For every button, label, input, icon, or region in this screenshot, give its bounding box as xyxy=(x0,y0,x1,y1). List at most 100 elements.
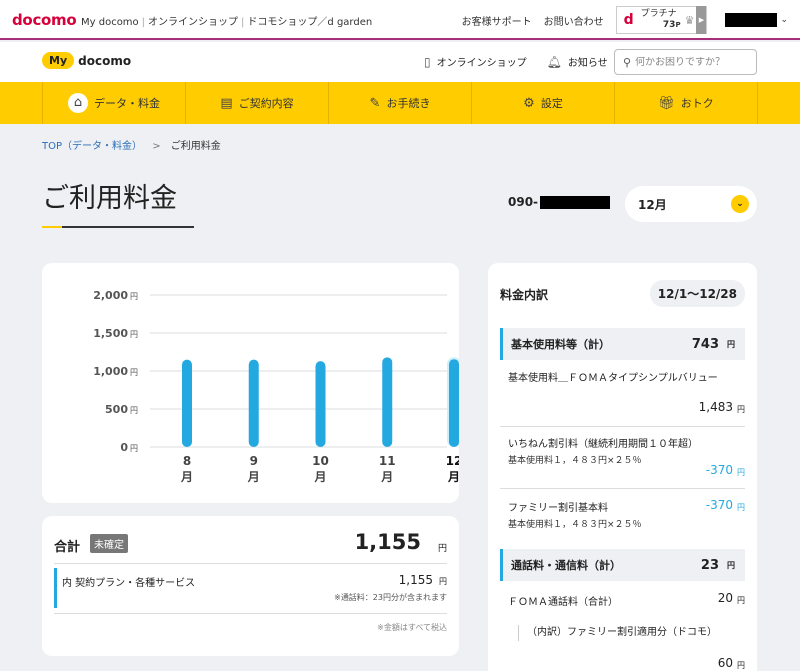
title-underline-accent xyxy=(42,226,62,228)
breadcrumb-top-link[interactable]: TOP（データ・料金） xyxy=(42,141,142,152)
y-tick-unit: 円 xyxy=(130,368,138,377)
accent-bar xyxy=(54,568,57,608)
total-card: 合計 未確定 1,155 円 内 契約プラン・各種サービス 1,155 円 ※通… xyxy=(42,516,459,656)
yen-unit: 円 xyxy=(727,339,735,349)
y-tick-unit: 円 xyxy=(130,406,138,415)
dpoint-widget[interactable]: d プラチナ 73P ♛ ▶ xyxy=(615,6,708,34)
breadcrumb: TOP（データ・料金） > ご利用料金 xyxy=(42,137,221,152)
dpoint-logo-icon: d xyxy=(623,12,634,28)
item-label: 基本使用料＿ＦＯＭＡタイプシンプルバリュー xyxy=(508,373,718,384)
list-sub-item: （内訳）ファミリー割引適用分（ドコモ） xyxy=(518,625,745,641)
fee-chart-card: 2,000 円 1,500 円 1,000 円 500 円 0 円 8 月 9 月 10 月 11 月 12 月 xyxy=(42,263,459,503)
page-title: ご利用料金 xyxy=(42,183,177,214)
notice-link[interactable]: 🔔︎ お知らせ xyxy=(547,54,608,70)
item-amount: -370 xyxy=(705,498,733,512)
x-tick-suffix: 月 xyxy=(313,470,326,484)
y-tick-label: 1,000 xyxy=(93,365,128,378)
top-link-docomo-shop[interactable]: ドコモショップ／d garden xyxy=(244,17,375,28)
total-label: 合計 xyxy=(54,540,81,555)
dpoint-rank: プラチナ 73P xyxy=(641,9,685,31)
bar xyxy=(182,359,192,447)
y-tick-label: 2,000 xyxy=(93,289,128,302)
nav-item-settings[interactable]: ⚙ 設定 xyxy=(471,82,614,124)
notice-label: お知らせ xyxy=(567,58,608,69)
document-icon: ▤ xyxy=(220,95,233,111)
points-value: 73P xyxy=(641,20,685,31)
yen-unit: 円 xyxy=(737,468,745,477)
title-underline xyxy=(42,226,194,228)
sub-item-label: （内訳）ファミリー割引適用分（ドコモ） xyxy=(527,627,717,638)
y-tick-label: 0 xyxy=(120,441,128,454)
yen-unit: 円 xyxy=(737,405,745,414)
nav-label: おトク xyxy=(680,97,714,110)
mydocomo-logo[interactable]: My docomo xyxy=(42,52,131,69)
divider xyxy=(500,426,745,427)
call-fee-section-header[interactable]: 通話料・通信料（計） 23 円 xyxy=(500,549,745,581)
redacted-phone xyxy=(540,195,611,209)
tax-note: ※金額はすべて税込 xyxy=(377,623,447,632)
item-amount: 20 xyxy=(717,591,733,605)
online-shop-label: オンラインショップ xyxy=(436,58,527,69)
nav-item-data-fee[interactable]: ⌂ データ・料金 xyxy=(42,82,185,124)
search-box[interactable]: ⚲ xyxy=(614,49,757,75)
points-number: 73 xyxy=(662,20,676,30)
nav-label: ご契約内容 xyxy=(238,97,294,110)
list-item: いちねん割引料（継続利用期間１０年超） 基本使用料１，４８３円×２５％ xyxy=(508,435,745,466)
nav-item-procedures[interactable]: ✎ お手続き xyxy=(328,82,471,124)
search-icon: ⚲ xyxy=(623,55,632,69)
x-tick-label: 10 xyxy=(312,454,329,468)
breakdown-title: 料金内訳 xyxy=(500,288,549,302)
nav-label: お手続き xyxy=(386,97,431,110)
redacted-username[interactable] xyxy=(725,13,778,27)
month-value: 12月 xyxy=(638,197,667,212)
yen-unit: 円 xyxy=(727,560,735,570)
top-link-mydocomo[interactable]: My docomo xyxy=(78,17,142,28)
contact-link[interactable]: お問い合わせ xyxy=(544,13,604,28)
home-icon: ⌂ xyxy=(68,93,88,113)
my-badge: My xyxy=(42,52,75,69)
search-input[interactable] xyxy=(635,56,746,68)
crown-icon: ♛ xyxy=(684,13,695,27)
sub-item-amount: 60 xyxy=(717,656,733,670)
yen-unit: 円 xyxy=(439,577,447,586)
chevron-right-icon: > xyxy=(152,141,161,152)
main-header: My docomo ▯ オンラインショップ 🔔︎ お知らせ ⚲ xyxy=(0,42,800,82)
support-link[interactable]: お客様サポート xyxy=(462,13,532,28)
x-tick-label: 8 xyxy=(183,454,191,468)
date-range-badge: 12/1〜12/28 xyxy=(649,280,745,307)
y-tick-unit: 円 xyxy=(130,292,138,301)
x-tick-suffix: 月 xyxy=(447,470,459,484)
item-amount: -370 xyxy=(705,463,733,477)
yen-unit: 円 xyxy=(437,544,447,554)
section-amount: 23 xyxy=(700,557,719,573)
plan-service-label: 内 契約プラン・各種サービス xyxy=(62,578,196,589)
basic-fee-section-header[interactable]: 基本使用料等（計） 743 円 xyxy=(500,328,745,360)
gear-icon: ⚙ xyxy=(523,95,535,111)
section-amount: 743 xyxy=(691,336,719,352)
smartphone-icon: ▯ xyxy=(424,54,431,69)
nav-item-contract[interactable]: ▤ ご契約内容 xyxy=(185,82,328,124)
y-tick-label: 500 xyxy=(105,403,128,416)
yen-unit: 円 xyxy=(737,503,745,512)
header-links: ▯ オンラインショップ 🔔︎ お知らせ xyxy=(424,54,628,70)
month-select[interactable]: 12月 ⌄ xyxy=(625,186,757,222)
top-links: My docomo | オンラインショップ | ドコモショップ／d garden xyxy=(78,13,375,28)
yen-unit: 円 xyxy=(737,661,745,670)
plan-service-amount: 1,155 xyxy=(398,573,433,587)
online-shop-link[interactable]: ▯ オンラインショップ xyxy=(424,54,527,70)
top-link-online-shop[interactable]: オンラインショップ xyxy=(145,17,241,28)
chevron-down-icon[interactable]: ⌄ xyxy=(780,15,788,25)
bar xyxy=(315,361,326,447)
bar xyxy=(382,357,393,447)
x-tick-label: 11 xyxy=(379,454,396,468)
item-label: いちねん割引料（継続利用期間１０年超） xyxy=(508,439,698,450)
docomo-label: docomo xyxy=(78,53,132,68)
nav-label: 設定 xyxy=(540,97,563,110)
nav-item-deals[interactable]: 🎁︎ おトク xyxy=(614,82,758,124)
divider xyxy=(54,613,447,614)
rank-label: プラチナ xyxy=(640,9,677,19)
divider xyxy=(54,563,447,564)
docomo-logo[interactable]: docomo xyxy=(12,11,77,29)
call-fee-note: ※通話料：23円分が含まれます xyxy=(334,593,447,602)
section-label: 基本使用料等（計） xyxy=(511,338,610,351)
